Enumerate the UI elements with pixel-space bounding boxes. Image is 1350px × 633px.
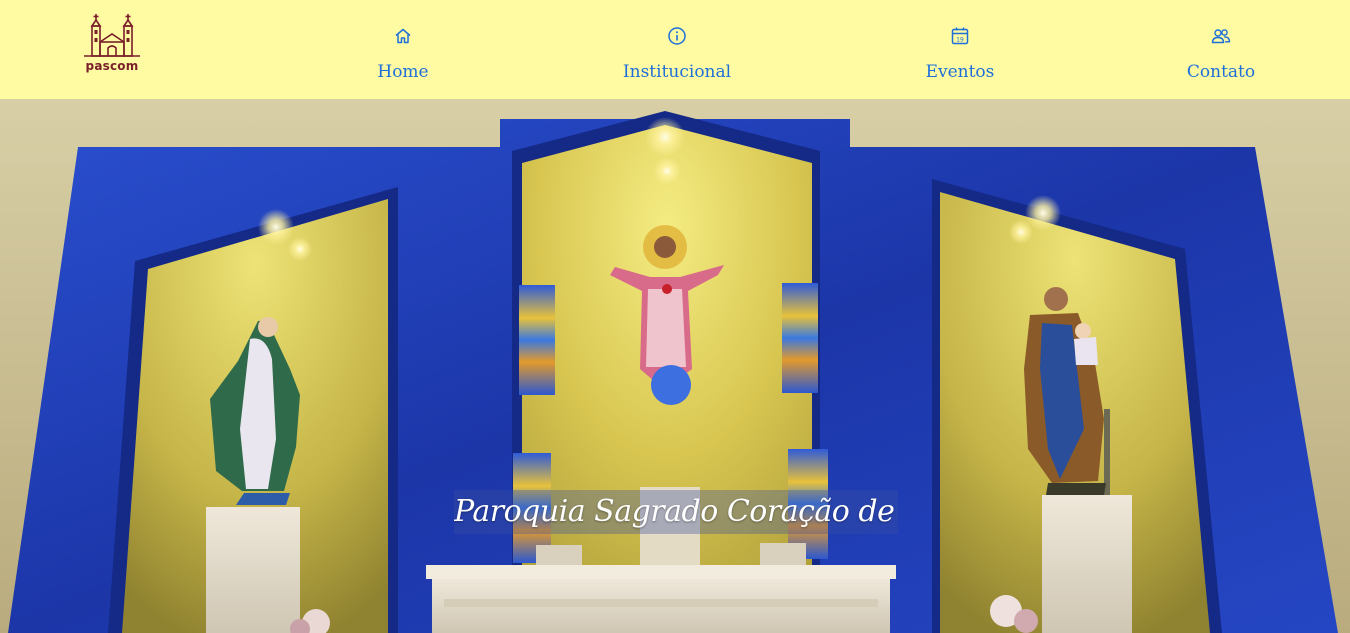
church-altar-image bbox=[0, 99, 1350, 633]
nav-home[interactable]: Home bbox=[328, 26, 478, 86]
hero-banner: Paroquia Sagrado Coração de Jesus bbox=[0, 99, 1350, 633]
users-icon bbox=[1211, 29, 1231, 44]
nav-institucional[interactable]: Institucional bbox=[602, 26, 752, 86]
nav-eventos[interactable]: 19 Eventos bbox=[885, 26, 1035, 86]
nav-contato-label: Contato bbox=[1186, 62, 1256, 82]
home-icon bbox=[395, 28, 411, 44]
nav-eventos-label: Eventos bbox=[925, 62, 995, 82]
nav-contato[interactable]: Contato bbox=[1146, 26, 1296, 86]
top-navigation-bar: pascom Home Institucional 19 Eventos Con… bbox=[0, 0, 1350, 99]
calendar-day-text: 19 bbox=[956, 36, 964, 43]
nav-institucional-label: Institucional bbox=[622, 62, 732, 82]
info-icon bbox=[668, 27, 686, 45]
church-logo-icon bbox=[84, 14, 140, 57]
hero-title: Paroquia Sagrado Coração de Jesus bbox=[454, 490, 898, 534]
pascom-logo[interactable]: pascom bbox=[80, 12, 144, 74]
logo-text: pascom bbox=[85, 59, 139, 73]
calendar-icon: 19 bbox=[951, 27, 969, 45]
nav-home-label: Home bbox=[377, 62, 429, 82]
